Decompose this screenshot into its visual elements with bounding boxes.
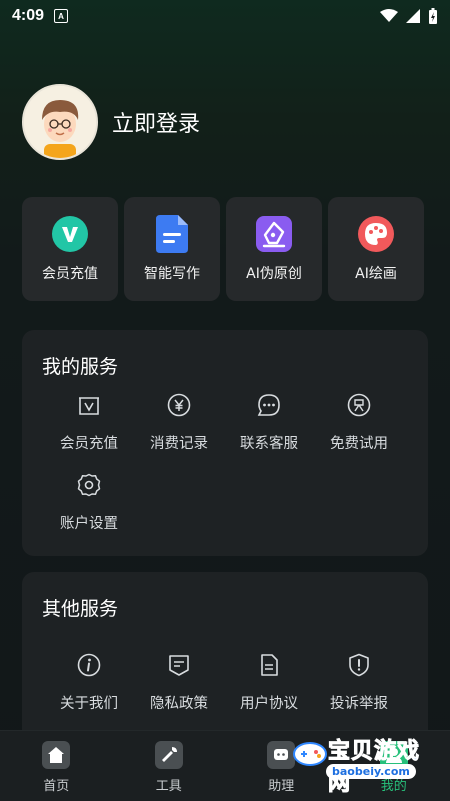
other-services-panel: 其他服务 关于我们 隐私政策 用户协议 投诉举报	[22, 572, 428, 752]
service-label: 账户设置	[60, 512, 118, 533]
free-badge-icon	[346, 392, 372, 418]
section-title: 我的服务	[42, 352, 118, 379]
login-link[interactable]: 立即登录	[112, 106, 200, 138]
tab-profile[interactable]: 我的	[338, 731, 450, 801]
service-about-us[interactable]: 关于我们	[44, 652, 134, 713]
gear-icon	[76, 472, 102, 498]
service-label: 用户协议	[240, 692, 298, 713]
agreement-icon	[256, 652, 282, 678]
battery-icon	[428, 8, 438, 24]
service-account-settings[interactable]: 账户设置	[44, 472, 134, 533]
tab-home[interactable]: 首页	[0, 731, 113, 801]
status-time: 4:09	[12, 7, 44, 25]
quick-action-ai-painting[interactable]: AI绘画	[328, 197, 424, 301]
service-label: 免费试用	[330, 432, 388, 453]
vip-v-icon	[51, 215, 89, 253]
service-label: 隐私政策	[150, 692, 208, 713]
chat-icon	[256, 392, 282, 418]
policy-icon	[166, 652, 192, 678]
wrench-icon	[155, 741, 183, 769]
avatar-image	[24, 86, 96, 158]
avatar[interactable]	[22, 84, 98, 160]
assistant-icon	[267, 741, 295, 769]
tab-label: 我的	[381, 775, 407, 794]
bottom-tab-bar: 首页 工具 助理 我的	[0, 730, 450, 801]
section-title: 其他服务	[42, 594, 118, 621]
profile-icon	[380, 741, 408, 769]
quick-action-vip-recharge[interactable]: 会员充值	[22, 197, 118, 301]
tab-assistant[interactable]: 助理	[225, 731, 338, 801]
home-icon	[42, 741, 70, 769]
tab-tools[interactable]: 工具	[113, 731, 226, 801]
service-report[interactable]: 投诉举报	[314, 652, 404, 713]
profile-header[interactable]: 立即登录	[22, 84, 200, 160]
document-icon	[153, 215, 191, 253]
quick-action-label: 智能写作	[144, 263, 200, 283]
service-privacy-policy[interactable]: 隐私政策	[134, 652, 224, 713]
service-contact-support[interactable]: 联系客服	[224, 392, 314, 453]
my-services-panel: 我的服务 会员充值 消费记录 联系客服 免费试用	[22, 330, 428, 556]
signal-icon	[406, 9, 420, 23]
service-purchase-history[interactable]: 消费记录	[134, 392, 224, 453]
tab-label: 工具	[156, 775, 182, 794]
yen-icon	[166, 392, 192, 418]
quick-actions: 会员充值 智能写作 AI伪原创 AI绘画	[22, 197, 424, 301]
service-label: 会员充值	[60, 432, 118, 453]
service-free-trial[interactable]: 免费试用	[314, 392, 404, 453]
report-shield-icon	[346, 652, 372, 678]
service-vip-recharge[interactable]: 会员充值	[44, 392, 134, 453]
wifi-icon	[380, 9, 398, 23]
quick-action-label: AI伪原创	[246, 263, 302, 283]
status-bar: 4:09 A	[0, 0, 450, 32]
vip-card-icon	[76, 392, 102, 418]
service-label: 联系客服	[240, 432, 298, 453]
quick-action-ai-rewrite[interactable]: AI伪原创	[226, 197, 322, 301]
pen-nib-icon	[255, 215, 293, 253]
tab-label: 助理	[268, 775, 294, 794]
quick-action-label: AI绘画	[355, 263, 397, 283]
notification-badge: A	[54, 9, 68, 23]
palette-icon	[357, 215, 395, 253]
info-icon	[76, 652, 102, 678]
quick-action-smart-writing[interactable]: 智能写作	[124, 197, 220, 301]
service-label: 关于我们	[60, 692, 118, 713]
tab-label: 首页	[43, 775, 69, 794]
service-user-agreement[interactable]: 用户协议	[224, 652, 314, 713]
quick-action-label: 会员充值	[42, 263, 98, 283]
service-label: 投诉举报	[330, 692, 388, 713]
service-label: 消费记录	[150, 432, 208, 453]
